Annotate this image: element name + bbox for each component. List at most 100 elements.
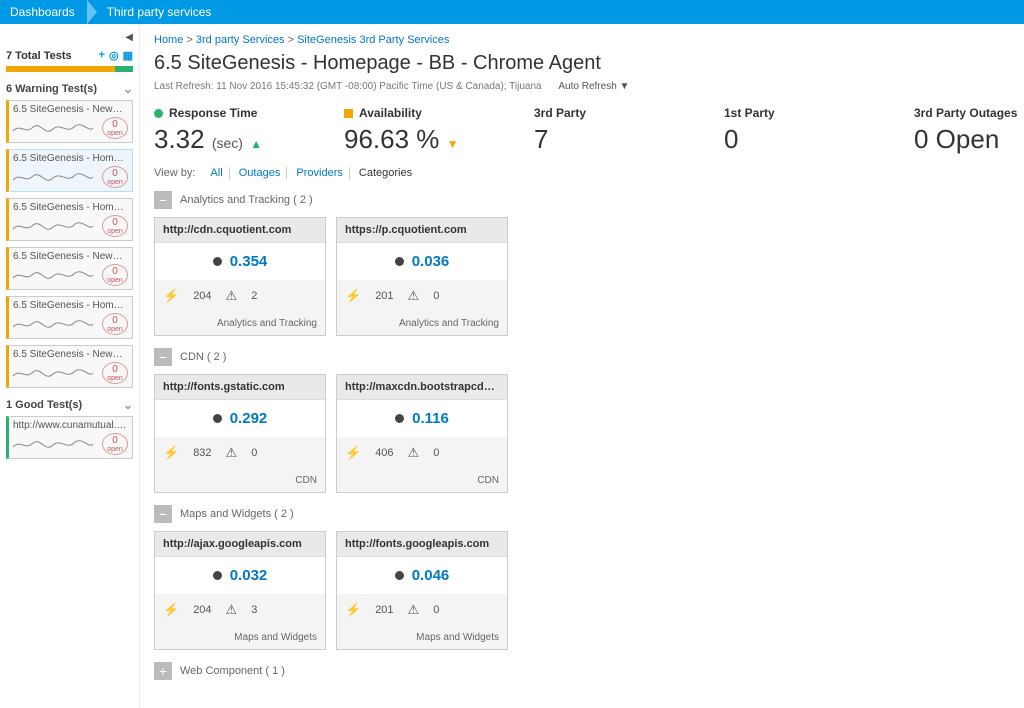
warning-icon: ⚠ xyxy=(408,288,420,304)
metric-response-unit: (sec) xyxy=(212,135,243,151)
open-count-badge: 0open xyxy=(102,117,128,139)
test-card[interactable]: 6.5 SiteGenesis - Homepage …0open xyxy=(6,296,133,339)
warning-tests-label: 6 Warning Test(s) xyxy=(6,83,97,95)
viewby-label: View by: xyxy=(154,167,201,179)
status-dot-icon xyxy=(154,109,163,118)
provider-warn-count: 0 xyxy=(433,290,439,302)
provider-warn-count: 0 xyxy=(433,604,439,616)
metric-outages-label: 3rd Party Outages xyxy=(914,106,1017,120)
category-name: CDN ( 2 ) xyxy=(180,351,226,363)
provider-category: Analytics and Tracking xyxy=(155,312,325,335)
category-toggle[interactable]: − xyxy=(154,505,172,523)
test-card[interactable]: 6.5 SiteGenesis - NewArrival…0open xyxy=(6,247,133,290)
provider-hosts-count: 201 xyxy=(375,290,393,302)
category-name: Analytics and Tracking ( 2 ) xyxy=(180,194,313,206)
category-toggle[interactable]: − xyxy=(154,348,172,366)
status-square-icon xyxy=(344,109,353,118)
test-card[interactable]: 6.5 SiteGenesis - NewArrival… 0open xyxy=(6,345,133,388)
provider-card[interactable]: http://fonts.gstatic.com0.292⚡832⚠0CDN xyxy=(154,374,326,493)
test-card-title: 6.5 SiteGenesis - NewArrival… xyxy=(13,104,128,115)
sparkline-icon xyxy=(13,313,102,335)
viewby-outages[interactable]: Outages xyxy=(233,167,288,179)
chevron-right-icon xyxy=(87,0,97,24)
viewby-all[interactable]: All xyxy=(204,167,229,179)
provider-card[interactable]: http://maxcdn.bootstrapcdn.com0.116⚡406⚠… xyxy=(336,374,508,493)
good-tests-label: 1 Good Test(s) xyxy=(6,399,82,411)
add-icon[interactable]: + xyxy=(99,49,105,62)
provider-card[interactable]: http://cdn.cquotient.com0.354⚡204⚠2Analy… xyxy=(154,217,326,336)
provider-card[interactable]: http://fonts.googleapis.com0.046⚡201⚠0Ma… xyxy=(336,531,508,650)
test-card-title: 6.5 SiteGenesis - NewArrival… xyxy=(13,349,128,360)
provider-hosts-count: 204 xyxy=(193,604,211,616)
open-count-badge: 0open xyxy=(102,362,128,384)
topbar-crumb-dashboards[interactable]: Dashboards xyxy=(10,5,87,19)
provider-value: 0.116 xyxy=(412,410,449,427)
trend-down-icon: ▼ xyxy=(447,137,459,151)
provider-hosts-count: 201 xyxy=(375,604,393,616)
provider-hosts-count: 204 xyxy=(193,290,211,302)
provider-value: 0.036 xyxy=(412,253,450,270)
warning-icon: ⚠ xyxy=(408,602,420,618)
provider-card[interactable]: http://ajax.googleapis.com0.032⚡204⚠3Map… xyxy=(154,531,326,650)
metric-outages-value: 0 Open xyxy=(914,124,1024,155)
provider-category: Maps and Widgets xyxy=(337,626,507,649)
status-dot-icon xyxy=(395,257,404,266)
provider-warn-count: 3 xyxy=(251,604,257,616)
test-card-title: http://www.cunamutual.co… xyxy=(13,420,128,431)
viewby-providers[interactable]: Providers xyxy=(290,167,349,179)
test-card-title: 6.5 SiteGenesis - Homepage … xyxy=(13,300,128,311)
sparkline-icon xyxy=(13,362,102,384)
grid-icon[interactable]: ▦ xyxy=(123,49,133,62)
plug-icon: ⚡ xyxy=(345,445,361,461)
provider-value: 0.354 xyxy=(230,253,268,270)
sidebar: ◀ 7 Total Tests + ◎ ▦ 6 Warning Test(s) … xyxy=(0,24,140,708)
test-card[interactable]: 6.5 SiteGenesis - Homepage … 0open xyxy=(6,198,133,241)
warning-icon: ⚠ xyxy=(226,445,238,461)
metric-firstparty-label: 1st Party xyxy=(724,106,775,120)
auto-refresh-dropdown[interactable]: Auto Refresh ▼ xyxy=(558,81,629,92)
provider-value: 0.292 xyxy=(230,410,268,427)
chevron-down-icon[interactable]: ⌄ xyxy=(123,82,133,96)
warning-icon: ⚠ xyxy=(226,288,238,304)
provider-category: CDN xyxy=(155,469,325,492)
test-card[interactable]: 6.5 SiteGenesis - Homepage …0open xyxy=(6,149,133,192)
sparkline-icon xyxy=(13,215,102,237)
open-count-badge: 0open xyxy=(102,215,128,237)
breadcrumb-home[interactable]: Home xyxy=(154,34,183,46)
test-card[interactable]: 6.5 SiteGenesis - NewArrival… 0open xyxy=(6,100,133,143)
metric-response-value: 3.32 xyxy=(154,124,205,154)
viewby-categories[interactable]: Categories xyxy=(353,167,418,179)
plug-icon: ⚡ xyxy=(163,602,179,618)
plug-icon: ⚡ xyxy=(163,445,179,461)
metric-thirdparty-value: 7 xyxy=(534,124,684,155)
topbar-crumb-thirdparty[interactable]: Third party services xyxy=(103,5,224,19)
test-card[interactable]: http://www.cunamutual.co…0open xyxy=(6,416,133,459)
sidebar-collapse-icon[interactable]: ◀ xyxy=(6,32,133,43)
provider-host: http://ajax.googleapis.com xyxy=(155,532,325,557)
breadcrumb-services[interactable]: 3rd party Services xyxy=(196,34,285,46)
provider-host: http://fonts.googleapis.com xyxy=(337,532,507,557)
target-icon[interactable]: ◎ xyxy=(109,49,119,62)
sparkline-icon xyxy=(13,117,102,139)
metric-availability-label: Availability xyxy=(359,106,422,120)
provider-card[interactable]: https://p.cquotient.com0.036⚡201⚠0Analyt… xyxy=(336,217,508,336)
test-card-title: 6.5 SiteGenesis - Homepage … xyxy=(13,202,128,213)
category-toggle[interactable]: − xyxy=(154,191,172,209)
metric-firstparty-value: 0 xyxy=(724,124,874,155)
breadcrumb-sitegenesis[interactable]: SiteGenesis 3rd Party Services xyxy=(297,34,449,46)
tests-status-bar xyxy=(6,66,133,72)
plug-icon: ⚡ xyxy=(345,288,361,304)
provider-category: Analytics and Tracking xyxy=(337,312,507,335)
provider-warn-count: 2 xyxy=(251,290,257,302)
provider-hosts-count: 406 xyxy=(375,447,393,459)
page-title: 6.5 SiteGenesis - Homepage - BB - Chrome… xyxy=(154,52,1014,75)
top-nav-bar: Dashboards Third party services xyxy=(0,0,1024,24)
chevron-down-icon[interactable]: ⌄ xyxy=(123,398,133,412)
category-name: Web Component ( 1 ) xyxy=(180,665,285,677)
warning-icon: ⚠ xyxy=(408,445,420,461)
metric-response-label: Response Time xyxy=(169,106,257,120)
category-toggle[interactable]: + xyxy=(154,662,172,680)
provider-value: 0.032 xyxy=(230,567,268,584)
provider-host: http://cdn.cquotient.com xyxy=(155,218,325,243)
provider-warn-count: 0 xyxy=(251,447,257,459)
